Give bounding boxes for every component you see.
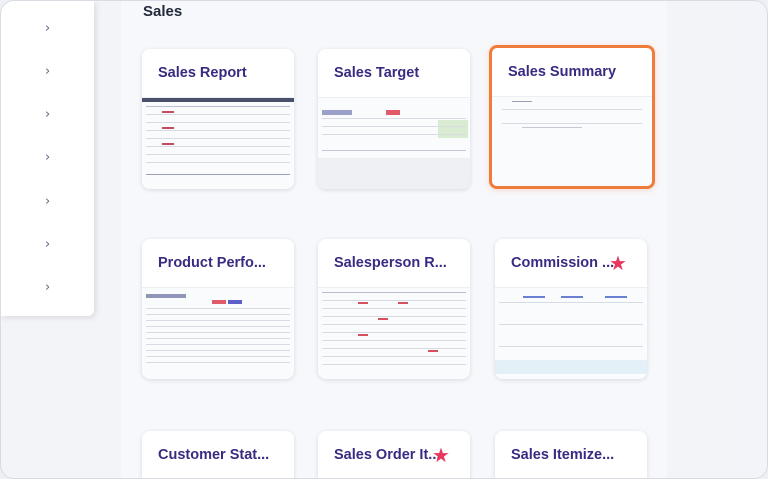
chevron-right-icon[interactable]: ›	[45, 151, 57, 164]
report-card-commission[interactable]: Commission ... ★	[495, 239, 647, 379]
card-title: Commission ...	[511, 255, 615, 271]
chevron-right-icon[interactable]: ›	[45, 238, 57, 251]
card-title: Product Perfo...	[158, 255, 266, 271]
report-card-sales-report[interactable]: Sales Report	[142, 49, 294, 189]
card-title: Salesperson R...	[334, 255, 447, 271]
report-thumbnail	[495, 287, 647, 379]
report-thumbnail	[492, 96, 652, 186]
report-card-sales-itemized[interactable]: Sales Itemize...	[495, 431, 647, 478]
card-title: Sales Target	[334, 65, 420, 81]
reports-panel: Sales Sales Report Sales Target Sales Su…	[121, 1, 667, 478]
star-icon[interactable]: ★	[432, 443, 450, 467]
card-title: Sales Report	[158, 65, 247, 81]
chevron-right-icon[interactable]: ›	[45, 195, 57, 208]
card-title: Customer Stat...	[158, 447, 270, 463]
report-thumbnail	[142, 287, 294, 379]
card-title: Sales Summary	[508, 64, 617, 80]
report-card-salesperson-report[interactable]: Salesperson R...	[318, 239, 470, 379]
report-thumbnail	[142, 97, 294, 189]
chevron-right-icon[interactable]: ›	[45, 22, 57, 35]
report-thumbnail	[318, 97, 470, 189]
chevron-right-icon[interactable]: ›	[45, 108, 57, 121]
sidebar: › › › › › › ›	[1, 1, 94, 316]
report-card-sales-target[interactable]: Sales Target	[318, 49, 470, 189]
card-title: Sales Order It...	[334, 447, 441, 463]
star-icon[interactable]: ★	[609, 251, 627, 275]
right-panel	[725, 1, 767, 478]
app-frame: › › › › › › › Sales Sales Report Sales T…	[0, 0, 768, 479]
report-card-sales-order-item[interactable]: Sales Order It... ★	[318, 431, 470, 478]
report-card-product-performance[interactable]: Product Perfo...	[142, 239, 294, 379]
report-card-sales-summary[interactable]: Sales Summary	[489, 45, 655, 189]
section-title: Sales	[143, 3, 183, 20]
report-card-customer-statement[interactable]: Customer Stat...	[142, 431, 294, 478]
report-thumbnail	[318, 287, 470, 379]
chevron-right-icon[interactable]: ›	[45, 65, 57, 78]
card-title: Sales Itemize...	[511, 447, 615, 463]
chevron-right-icon[interactable]: ›	[45, 281, 57, 294]
